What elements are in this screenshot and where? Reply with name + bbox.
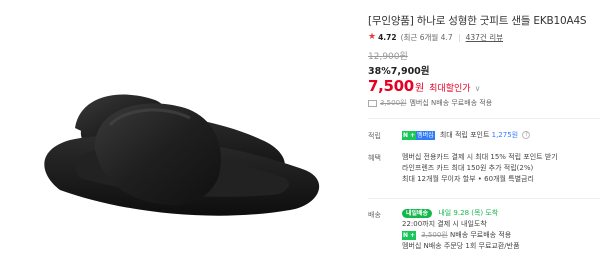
product-info-panel: [무인양품] 하나로 성형한 굿피트 샌들 EKB10A4S ★ 4.72 (최… <box>368 0 600 254</box>
section-divider <box>368 198 600 199</box>
shipping-info: 내일배송 내일 9.28 (목) 도착 22:00까지 결제 시 내일도착 N … <box>402 208 520 252</box>
section-divider <box>368 118 600 119</box>
max-discount-label: 최대할인가 <box>429 84 471 94</box>
truck-icon <box>368 99 377 107</box>
tomorrow-delivery-badge: 내일배송 <box>402 209 433 218</box>
benefit-line[interactable]: 라인프렌즈 카드 최대 150원 추가 적립(2%) <box>402 163 558 174</box>
rating-row: ★ 4.72 (최근 6개월 4.7 437건 리뷰 <box>368 32 503 43</box>
final-price-value: 7,500 <box>368 77 414 95</box>
final-price[interactable]: 7,500 원 최대할인가 ∨ <box>368 77 480 95</box>
discount-price: 38%7,900원 <box>368 66 430 77</box>
benefit-label: 혜택 <box>368 154 381 162</box>
chevron-down-icon[interactable]: ∨ <box>475 84 481 93</box>
review-count-link[interactable]: 437건 리뷰 <box>466 32 503 43</box>
points-label: 적립 <box>368 132 381 140</box>
star-icon: ★ <box>368 32 377 42</box>
product-title: [무인양품] 하나로 성형한 굿피트 샌들 EKB10A4S <box>368 15 587 27</box>
membership-shipping-note: 3,500원 멤버십 N배송 무료배송 적용 <box>368 98 492 108</box>
original-price: 12,900원 <box>368 52 408 62</box>
product-image[interactable] <box>0 0 345 254</box>
points-text: 최대 적립 포인트 <box>439 131 490 139</box>
shipping-fee-text: N배송 무료배송 적용 <box>450 231 512 239</box>
shipping-note-text: 멤버십 N배송 무료배송 적용 <box>409 99 493 107</box>
shipping-fee-strike: 3,500원 <box>421 231 448 239</box>
final-price-unit: 원 <box>414 83 425 94</box>
cutoff-time: 22:00까지 결제 시 내일도착 <box>402 220 487 228</box>
slide-sandal-illustration <box>44 94 320 216</box>
points-row[interactable]: N + 멤버십 최대 적립 포인트 1,275원 ? <box>402 130 531 141</box>
rating-score: 4.72 <box>378 33 397 42</box>
npay-badge: N + 멤버십 <box>402 131 435 140</box>
benefit-line[interactable]: 멤버십 전용카드 결제 시 최대 15% 적립 포인트 받기 <box>402 152 558 163</box>
divider <box>458 33 460 42</box>
free-return-text: 멤버십 N배송 주문당 1회 무료교환/반품 <box>402 242 520 250</box>
npay-badge: N + <box>402 231 417 240</box>
help-icon[interactable]: ? <box>522 131 531 139</box>
shipping-fee-strike: 3,500원 <box>380 99 407 107</box>
arrival-date: 내일 9.28 (목) 도착 <box>438 209 499 217</box>
benefit-list: 멤버십 전용카드 결제 시 최대 15% 적립 포인트 받기 라인프렌즈 카드 … <box>402 152 558 185</box>
rating-recent: (최근 6개월 4.7 <box>400 33 453 42</box>
benefit-line[interactable]: 최대 12개월 무이자 할부 • 60개월 특별금리 <box>402 174 558 185</box>
shipping-label: 배송 <box>368 211 381 219</box>
points-value: 1,275원 <box>491 131 519 139</box>
